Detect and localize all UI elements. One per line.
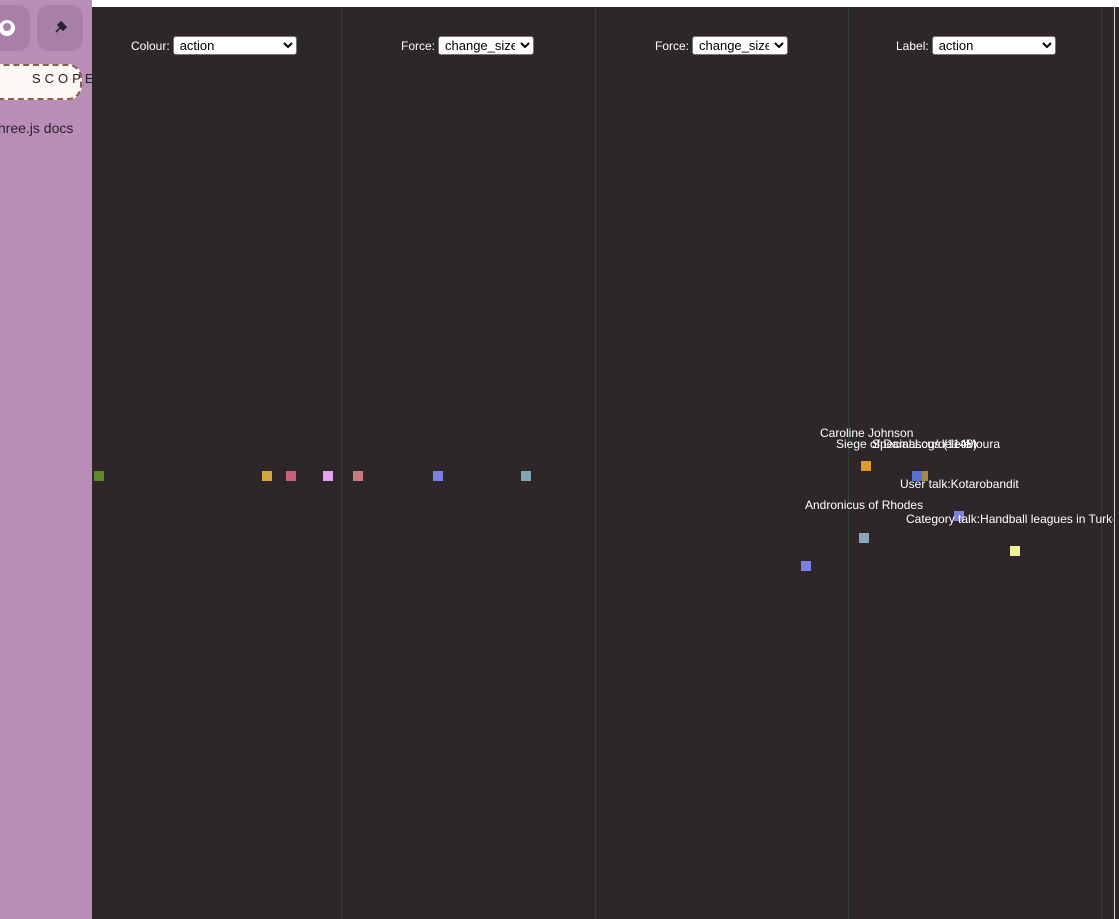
label-select[interactable]: action xyxy=(931,36,1056,55)
panel-divider xyxy=(341,7,342,919)
panel-divider xyxy=(848,7,849,919)
node-label: Special:Log/delete xyxy=(872,437,971,451)
graph-node[interactable] xyxy=(861,461,871,471)
node-label: Andronicus of Rhodes xyxy=(805,498,924,512)
graph-node[interactable] xyxy=(433,471,443,481)
colour-label: Colour: xyxy=(131,38,170,53)
graph-node[interactable] xyxy=(801,561,811,571)
force-select-1[interactable]: change_size xyxy=(438,36,535,55)
force-label-1: Force: xyxy=(401,38,436,53)
force-label-2: Force: xyxy=(655,38,690,53)
panel-divider xyxy=(595,7,596,919)
node-label: Moura xyxy=(966,437,1001,451)
node-label: User talk:Kotarobandit xyxy=(900,477,1019,491)
colour-control: Colour: action xyxy=(131,36,297,55)
graph-node[interactable] xyxy=(859,533,869,543)
colour-select[interactable]: action xyxy=(172,36,297,55)
github-button[interactable] xyxy=(0,5,30,51)
graph-node[interactable] xyxy=(521,471,531,481)
node-label: Category talk:Handball leagues in Turkey xyxy=(906,512,1113,526)
pin-icon xyxy=(55,20,68,33)
graph-node[interactable] xyxy=(323,471,333,481)
scope-button[interactable]: SCOPE xyxy=(0,64,92,100)
label-label: Label: xyxy=(896,38,929,53)
force-control-1: Force: change_size xyxy=(401,36,535,55)
panel-divider xyxy=(1101,7,1102,919)
force-select-2[interactable]: change_size xyxy=(692,36,789,55)
github-icon xyxy=(0,20,15,36)
pin-button[interactable] xyxy=(37,5,83,51)
scrollbar-edge xyxy=(1114,7,1115,919)
label-control: Label: action xyxy=(896,36,1056,55)
graph-node[interactable] xyxy=(94,471,104,481)
graph-node[interactable] xyxy=(262,471,272,481)
graph-node[interactable] xyxy=(286,471,296,481)
force-control-2: Force: change_size xyxy=(655,36,789,55)
docs-link[interactable]: three.js docs xyxy=(0,120,73,136)
graph-node[interactable] xyxy=(1010,546,1020,556)
graph-node[interactable] xyxy=(353,471,363,481)
sidebar: SCOPE three.js docs xyxy=(0,0,92,919)
top-bar xyxy=(92,0,1119,7)
